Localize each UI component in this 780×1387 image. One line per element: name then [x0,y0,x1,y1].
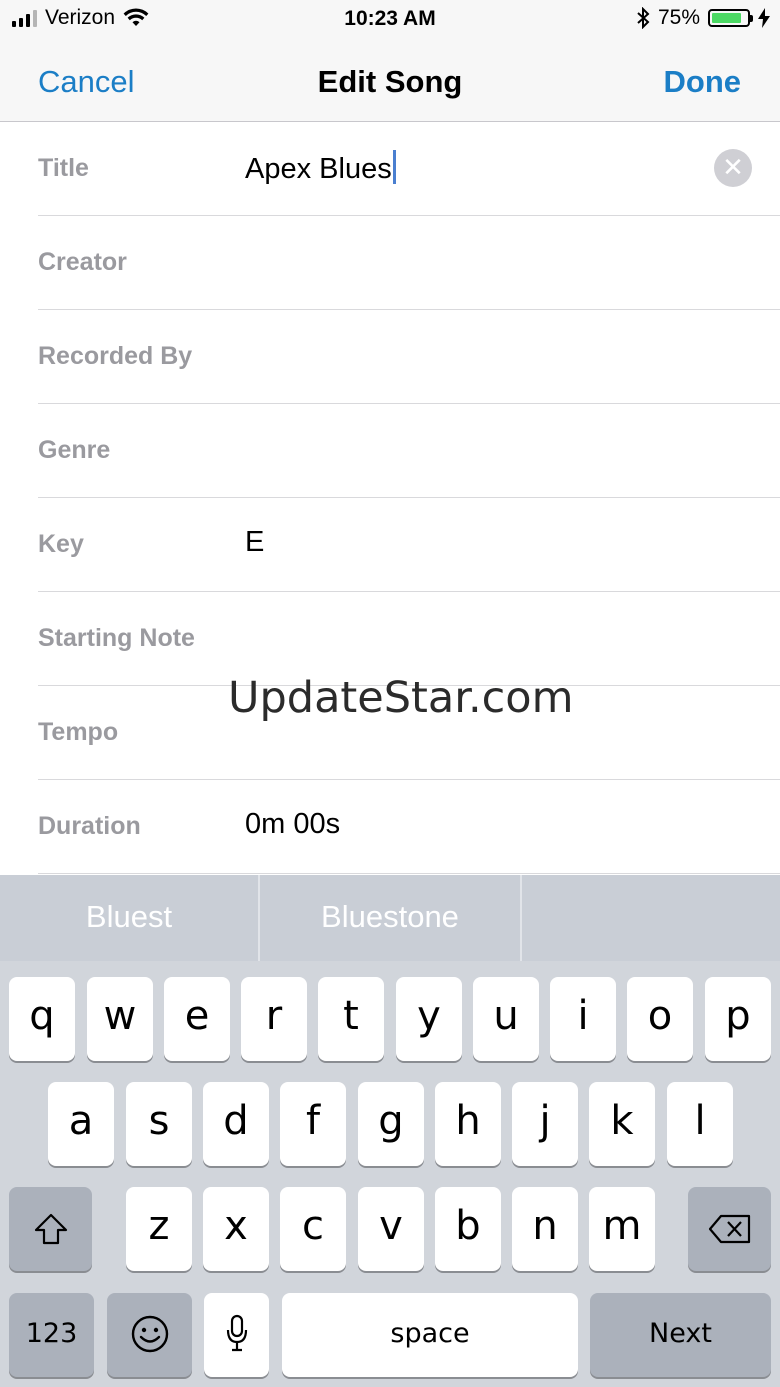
status-bar: Verizon 10:23 AM 75% [0,0,780,40]
form-row-key[interactable]: Key E [0,498,780,592]
battery-icon [708,9,753,27]
space-key[interactable]: space [282,1293,578,1377]
status-right: 75% [636,6,770,30]
dictation-key[interactable] [204,1293,269,1377]
key-x[interactable]: x [203,1187,269,1271]
key-n[interactable]: n [512,1187,578,1271]
key-e[interactable]: e [164,977,230,1061]
key-y[interactable]: y [396,977,462,1061]
key-g[interactable]: g [358,1082,424,1166]
form-row-genre[interactable]: Genre [0,404,780,498]
keyboard: Bluest Bluestone q w e r t y u i o p a s… [0,875,780,1387]
suggestion-1[interactable]: Bluest [0,875,258,961]
title-label: Title [38,154,89,182]
genre-label: Genre [38,436,111,464]
key-v[interactable]: v [358,1187,424,1271]
watermark: UpdateStar.com [228,673,574,723]
form-row-creator[interactable]: Creator [0,216,780,310]
suggestion-bar: Bluest Bluestone [0,875,780,961]
form-row-recorded-by[interactable]: Recorded By [0,310,780,404]
text-cursor [392,150,396,184]
key-z[interactable]: z [126,1187,192,1271]
key-t[interactable]: t [318,977,384,1061]
emoji-key[interactable] [107,1293,192,1377]
bluetooth-icon [637,7,650,29]
key-label: Key [38,530,84,558]
key-k[interactable]: k [589,1082,655,1166]
backspace-icon [708,1214,750,1244]
key-field[interactable]: E [245,526,264,559]
key-p[interactable]: p [705,977,771,1061]
key-w[interactable]: w [87,977,153,1061]
clear-text-icon[interactable]: ✕ [714,149,752,187]
key-i[interactable]: i [550,977,616,1061]
form-row-duration[interactable]: Duration 0m 00s [0,780,780,874]
shift-key[interactable] [9,1187,92,1271]
emoji-icon [131,1315,168,1353]
duration-label: Duration [38,812,141,840]
duration-field[interactable]: 0m 00s [245,808,340,841]
nav-bar: Cancel Edit Song Done [0,40,780,122]
charging-bolt-icon [758,8,770,28]
battery-percent: 75% [657,6,700,29]
key-j[interactable]: j [512,1082,578,1166]
key-q[interactable]: q [9,977,75,1061]
recorded-by-label: Recorded By [38,342,193,370]
done-button[interactable]: Done [664,64,742,100]
shift-arrow-icon [34,1213,67,1245]
key-f[interactable]: f [280,1082,346,1166]
numbers-key[interactable]: 123 [9,1293,94,1377]
divider [38,873,780,874]
suggestion-3[interactable] [522,875,780,961]
creator-label: Creator [38,248,127,276]
key-s[interactable]: s [126,1082,192,1166]
suggestion-2[interactable]: Bluestone [260,875,520,961]
form-row-starting-note[interactable]: Starting Note [0,592,780,686]
tempo-label: Tempo [38,718,119,746]
key-d[interactable]: d [203,1082,269,1166]
key-h[interactable]: h [435,1082,501,1166]
key-m[interactable]: m [589,1187,655,1271]
delete-key[interactable] [688,1187,771,1271]
key-b[interactable]: b [435,1187,501,1271]
key-o[interactable]: o [627,977,693,1061]
title-field[interactable]: Apex Blues [245,150,396,186]
key-u[interactable]: u [473,977,539,1061]
key-l[interactable]: l [667,1082,733,1166]
song-form: Title Apex Blues ✕ Creator Recorded By G… [0,122,780,874]
form-row-title[interactable]: Title Apex Blues ✕ [0,122,780,216]
next-key[interactable]: Next [590,1293,771,1377]
key-c[interactable]: c [280,1187,346,1271]
title-value: Apex Blues [245,153,392,185]
microphone-icon [226,1314,247,1352]
key-a[interactable]: a [48,1082,114,1166]
key-r[interactable]: r [241,977,307,1061]
starting-note-label: Starting Note [38,624,195,652]
